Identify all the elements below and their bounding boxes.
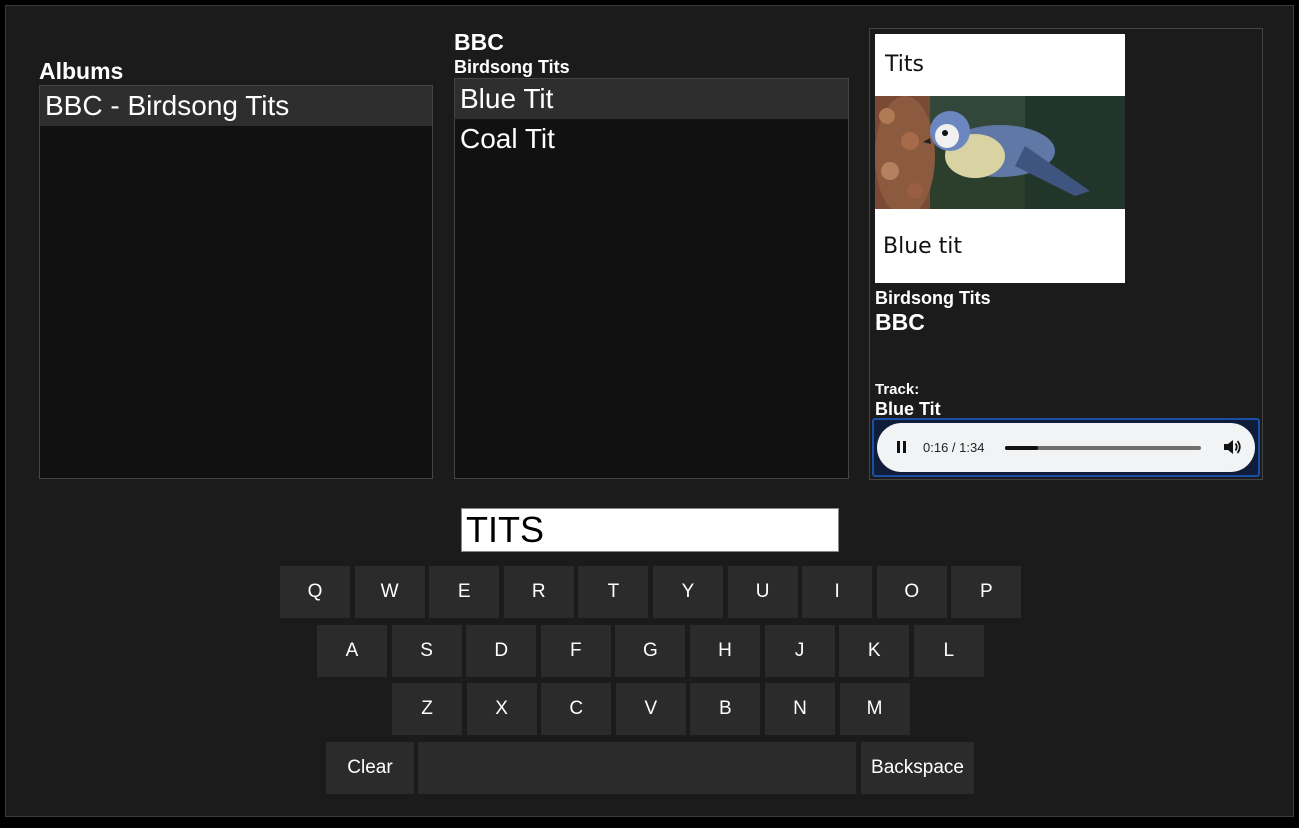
key-z[interactable]: Z [392, 683, 462, 735]
clear-key[interactable]: Clear [326, 742, 414, 794]
key-p[interactable]: P [951, 566, 1022, 618]
key-d[interactable]: D [466, 625, 537, 677]
playback-time: 0:16 / 1:34 [923, 440, 985, 455]
key-k[interactable]: K [839, 625, 910, 677]
key-i[interactable]: I [802, 566, 873, 618]
bird-photo [875, 96, 1125, 209]
key-c[interactable]: C [541, 683, 612, 735]
key-a[interactable]: A [317, 625, 387, 677]
now-playing-artist: BBC [875, 309, 925, 335]
key-m[interactable]: M [839, 683, 910, 735]
backspace-key[interactable]: Backspace [861, 742, 974, 794]
key-j[interactable]: J [764, 625, 835, 677]
album-item[interactable]: BBC - Birdsong Tits [40, 86, 432, 126]
track-item-blue-tit[interactable]: Blue Tit [455, 79, 848, 119]
cover-title-text: Tits [885, 52, 924, 77]
cover-caption-text: Blue tit [883, 234, 963, 259]
audio-player[interactable]: 0:16 / 1:34 [877, 423, 1255, 472]
tracks-artist-heading: BBC [454, 29, 504, 55]
playback-progress-bar[interactable] [1005, 446, 1201, 450]
playback-progress-fill [1005, 446, 1039, 450]
key-w[interactable]: W [354, 566, 425, 618]
key-r[interactable]: R [503, 566, 574, 618]
tracks-album-heading: Birdsong Tits [454, 57, 570, 77]
albums-heading: Albums [39, 58, 124, 84]
key-y[interactable]: Y [653, 566, 723, 618]
track-label: Track: [875, 381, 920, 398]
now-playing-panel: Tits Blue tit Birdsong Tits BBC Track: B… [869, 28, 1263, 480]
audio-player-focus: 0:16 / 1:34 [872, 418, 1260, 477]
key-h[interactable]: H [690, 625, 760, 677]
key-b[interactable]: B [690, 683, 761, 735]
key-l[interactable]: L [913, 625, 984, 677]
pause-icon[interactable] [893, 438, 911, 456]
search-input[interactable]: TITS [461, 508, 839, 552]
key-u[interactable]: U [727, 566, 798, 618]
album-cover: Tits Blue tit [875, 34, 1125, 283]
key-g[interactable]: G [615, 625, 686, 677]
key-f[interactable]: F [540, 625, 611, 677]
key-o[interactable]: O [876, 566, 947, 618]
key-q[interactable]: Q [280, 566, 350, 618]
space-key[interactable] [418, 742, 856, 794]
now-playing-track: Blue Tit [875, 399, 941, 419]
key-x[interactable]: X [466, 683, 537, 735]
volume-icon[interactable] [1222, 437, 1242, 457]
key-e[interactable]: E [429, 566, 500, 618]
albums-list[interactable]: BBC - Birdsong Tits [39, 85, 433, 479]
track-item-coal-tit[interactable]: Coal Tit [455, 119, 848, 159]
app-window: Albums BBC - Birdsong Tits BBC Birdsong … [5, 5, 1294, 817]
key-v[interactable]: V [615, 683, 686, 735]
key-s[interactable]: S [391, 625, 462, 677]
key-n[interactable]: N [765, 683, 835, 735]
now-playing-album: Birdsong Tits [875, 288, 991, 308]
tracks-list[interactable]: Blue Tit Coal Tit [454, 78, 849, 479]
key-t[interactable]: T [578, 566, 649, 618]
